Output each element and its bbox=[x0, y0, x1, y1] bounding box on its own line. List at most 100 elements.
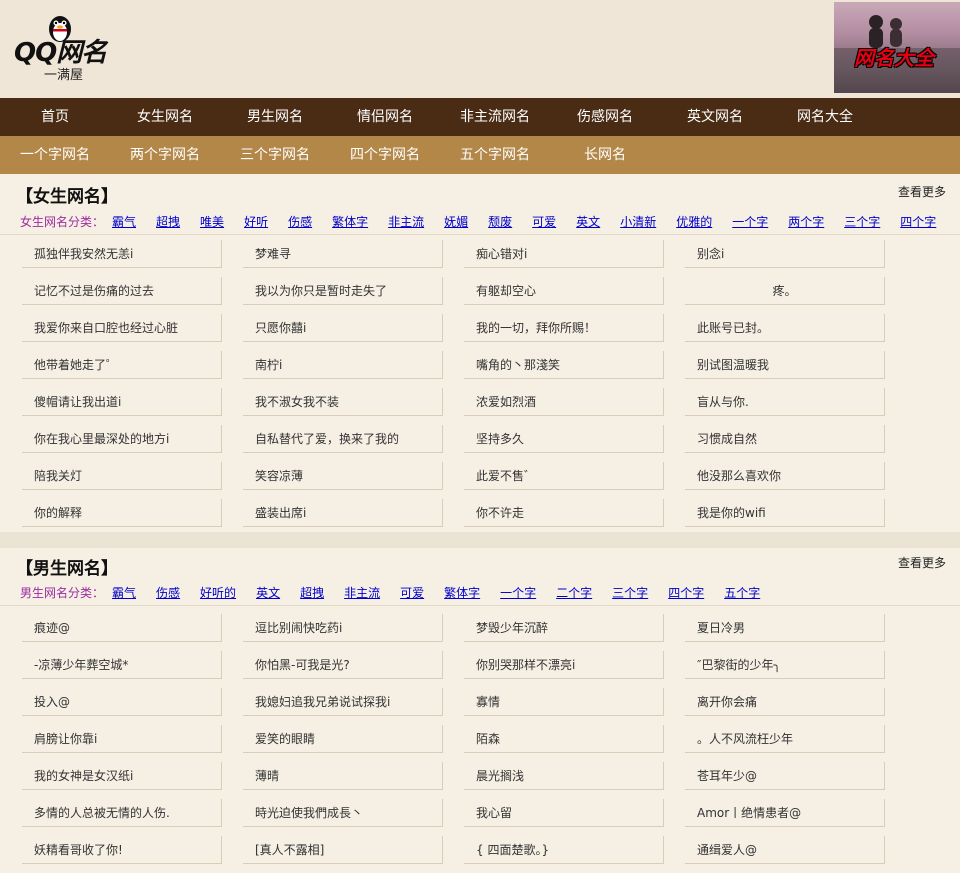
name-item[interactable]: 有躯却空心 bbox=[464, 277, 664, 305]
category-link[interactable]: 妩媚 bbox=[444, 213, 468, 230]
name-item[interactable]: 习惯成自然 bbox=[685, 425, 885, 453]
name-item[interactable]: 投入@ bbox=[22, 688, 222, 716]
name-item[interactable]: 他没那么喜欢你 bbox=[685, 462, 885, 490]
category-link[interactable]: 小清新 bbox=[620, 213, 656, 230]
name-item[interactable]: 别试图温暖我 bbox=[685, 351, 885, 379]
name-item[interactable]: 晨光搁浅 bbox=[464, 762, 664, 790]
category-link[interactable]: 两个字 bbox=[788, 213, 824, 230]
category-link[interactable]: 四个字 bbox=[668, 584, 704, 601]
view-more-link[interactable]: 查看更多 bbox=[898, 554, 946, 571]
category-link[interactable]: 可爱 bbox=[532, 213, 556, 230]
category-link[interactable]: 超拽 bbox=[300, 584, 324, 601]
name-item[interactable]: 此账号已封。 bbox=[685, 314, 885, 342]
nav-item[interactable]: 长网名 bbox=[550, 136, 660, 174]
name-item[interactable]: 傻帽请让我出道i bbox=[22, 388, 222, 416]
name-item[interactable]: ″巴黎街的少年╮ bbox=[685, 651, 885, 679]
category-link[interactable]: 好听 bbox=[244, 213, 268, 230]
category-link[interactable]: 一个字 bbox=[500, 584, 536, 601]
name-item[interactable]: 夏日冷男 bbox=[685, 614, 885, 642]
category-link[interactable]: 霸气 bbox=[112, 584, 136, 601]
name-item[interactable]: 你怕黑-可我是光? bbox=[243, 651, 443, 679]
name-item[interactable]: 你别哭那样不漂亮i bbox=[464, 651, 664, 679]
name-item[interactable]: [真人不露相] bbox=[243, 836, 443, 864]
name-item[interactable]: 你的解释 bbox=[22, 499, 222, 527]
name-item[interactable]: 你不许走 bbox=[464, 499, 664, 527]
name-item[interactable]: 我媳妇追我兄弟说试探我i bbox=[243, 688, 443, 716]
name-item[interactable]: 痴心错对i bbox=[464, 240, 664, 268]
category-link[interactable]: 可爱 bbox=[400, 584, 424, 601]
name-item[interactable]: 嘴角的丶那淺笑 bbox=[464, 351, 664, 379]
name-item[interactable]: 坚持多久 bbox=[464, 425, 664, 453]
category-link[interactable]: 三个字 bbox=[612, 584, 648, 601]
category-link[interactable]: 颓废 bbox=[488, 213, 512, 230]
name-item[interactable]: 時光迫使我們成長丶 bbox=[243, 799, 443, 827]
nav-item[interactable]: 英文网名 bbox=[660, 98, 770, 136]
name-item[interactable]: 笑容凉薄 bbox=[243, 462, 443, 490]
name-item[interactable]: 痕迹@ bbox=[22, 614, 222, 642]
nav-item[interactable]: 四个字网名 bbox=[330, 136, 440, 174]
name-item[interactable]: 我是你的wifi bbox=[685, 499, 885, 527]
category-link[interactable]: 五个字 bbox=[724, 584, 760, 601]
banner-image[interactable]: 网名大全 bbox=[834, 2, 960, 93]
name-item[interactable]: 此爱不售゛ bbox=[464, 462, 664, 490]
name-item[interactable]: 南柠i bbox=[243, 351, 443, 379]
category-link[interactable]: 三个字 bbox=[844, 213, 880, 230]
name-item[interactable]: 只愿你囍i bbox=[243, 314, 443, 342]
name-item[interactable]: 我爱你来自口腔也经过心脏 bbox=[22, 314, 222, 342]
category-link[interactable]: 超拽 bbox=[156, 213, 180, 230]
name-item[interactable]: 我以为你只是暂时走失了 bbox=[243, 277, 443, 305]
name-item[interactable]: 逗比别闹快吃药i bbox=[243, 614, 443, 642]
nav-item[interactable]: 女生网名 bbox=[110, 98, 220, 136]
name-item[interactable]: 梦难寻 bbox=[243, 240, 443, 268]
name-item[interactable]: 苍耳年少@ bbox=[685, 762, 885, 790]
category-link[interactable]: 霸气 bbox=[112, 213, 136, 230]
name-item[interactable]: 我的一切，拜你所赐！ bbox=[464, 314, 664, 342]
category-link[interactable]: 英文 bbox=[256, 584, 280, 601]
nav-item[interactable]: 两个字网名 bbox=[110, 136, 220, 174]
category-link[interactable]: 好听的 bbox=[200, 584, 236, 601]
name-item[interactable]: Amor丨绝情患者@ bbox=[685, 799, 885, 827]
category-link[interactable]: 四个字 bbox=[900, 213, 936, 230]
category-link[interactable]: 一个字 bbox=[732, 213, 768, 230]
name-item[interactable]: 盲从与你. bbox=[685, 388, 885, 416]
name-item[interactable]: 他带着她走了゜ bbox=[22, 351, 222, 379]
category-link[interactable]: 英文 bbox=[576, 213, 600, 230]
name-item[interactable]: 妖精看哥收了你! bbox=[22, 836, 222, 864]
nav-item[interactable]: 情侣网名 bbox=[330, 98, 440, 136]
site-logo[interactable]: QQ网名 一满屋 bbox=[14, 12, 124, 84]
name-item[interactable]: 离开你会痛 bbox=[685, 688, 885, 716]
name-item[interactable]: 寡情 bbox=[464, 688, 664, 716]
nav-item[interactable]: 网名大全 bbox=[770, 98, 880, 136]
category-link[interactable]: 优雅的 bbox=[676, 213, 712, 230]
name-item[interactable]: 陪我关灯 bbox=[22, 462, 222, 490]
nav-item[interactable]: 一个字网名 bbox=[0, 136, 110, 174]
name-item[interactable]: { 四面楚歌。} bbox=[464, 836, 664, 864]
name-item[interactable]: 孤独伴我安然无恙i bbox=[22, 240, 222, 268]
category-link[interactable]: 唯美 bbox=[200, 213, 224, 230]
name-item[interactable]: 多情的人总被无情的人伤. bbox=[22, 799, 222, 827]
name-item[interactable]: 我心留 bbox=[464, 799, 664, 827]
name-item[interactable]: 薄晴 bbox=[243, 762, 443, 790]
name-item[interactable]: 。人不风流枉少年 bbox=[685, 725, 885, 753]
name-item[interactable]: 梦毁少年沉醉 bbox=[464, 614, 664, 642]
name-item[interactable]: 浓爱如烈酒 bbox=[464, 388, 664, 416]
nav-item[interactable]: 伤感网名 bbox=[550, 98, 660, 136]
name-item[interactable]: 自私替代了爱，换来了我的 bbox=[243, 425, 443, 453]
name-item[interactable]: 我不淑女我不装 bbox=[243, 388, 443, 416]
name-item[interactable]: 你在我心里最深处的地方i bbox=[22, 425, 222, 453]
category-link[interactable]: 二个字 bbox=[556, 584, 592, 601]
category-link[interactable]: 非主流 bbox=[388, 213, 424, 230]
name-item[interactable]: -凉薄少年葬空城* bbox=[22, 651, 222, 679]
name-item[interactable]: 爱笑的眼睛 bbox=[243, 725, 443, 753]
nav-item[interactable]: 三个字网名 bbox=[220, 136, 330, 174]
view-more-link[interactable]: 查看更多 bbox=[898, 183, 946, 200]
name-item[interactable]: 我的女神是女汉纸i bbox=[22, 762, 222, 790]
name-item[interactable]: 记忆不过是伤痛的过去 bbox=[22, 277, 222, 305]
name-item[interactable]: 通缉爱人@ bbox=[685, 836, 885, 864]
nav-item[interactable]: 首页 bbox=[0, 98, 110, 136]
category-link[interactable]: 繁体字 bbox=[444, 584, 480, 601]
category-link[interactable]: 繁体字 bbox=[332, 213, 368, 230]
name-item[interactable]: 陌森 bbox=[464, 725, 664, 753]
nav-item[interactable]: 非主流网名 bbox=[440, 98, 550, 136]
name-item[interactable]: 疼。 bbox=[685, 277, 885, 305]
